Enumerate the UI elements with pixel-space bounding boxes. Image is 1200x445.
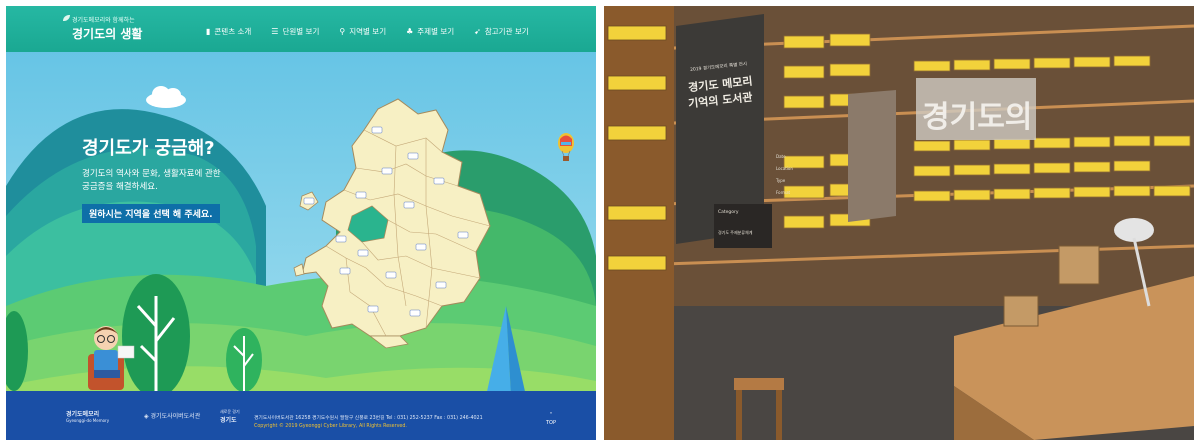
exhibition-photo: 2019 경기도메모리 특별 전시 경기도 메모리 기억의 도서관 경기도의 C… — [604, 6, 1194, 440]
hero-desc-line-1: 경기도의 역사와 문화, 생활자료에 관한 — [82, 169, 221, 179]
screen-label-3: Type — [776, 178, 786, 183]
footer-logo-memory[interactable]: 경기도메모리 — [66, 409, 99, 418]
screen-label-4: Format — [776, 190, 791, 195]
gyeonggi-map[interactable] — [6, 6, 596, 440]
footer-copyright: Copyright © 2019 Gyeonggi Cyber Library,… — [254, 424, 407, 429]
site-header: 경기도메모리와 함께하는 경기도의 생활 ▮ 콘텐츠 소개 ☰ 단원별 보기 ⚲… — [6, 6, 596, 52]
hero-description: 경기도의 역사와 문화, 생활자료에 관한 궁금증을 해결하세요. — [82, 168, 282, 194]
top-label: TOP — [545, 420, 556, 426]
nav-item-by-region[interactable]: ⚲ 지역별 보기 — [339, 26, 386, 37]
site-logo-title[interactable]: 경기도의 생활 — [72, 25, 142, 42]
location-pin-icon: ⚲ — [339, 27, 346, 36]
select-region-button[interactable]: 원하시는 지역을 선택 해 주세요. — [82, 204, 220, 223]
footer-logo-gyeonggi[interactable]: 경기도 — [220, 415, 237, 424]
main-nav: ▮ 콘텐츠 소개 ☰ 단원별 보기 ⚲ 지역별 보기 ♣ 주제별 보기 ➹ 참고… — [206, 26, 529, 37]
logo-tagline: 경기도메모리와 함께하는 — [72, 17, 135, 24]
book-icon: ▮ — [206, 27, 211, 36]
hero-desc-line-2: 궁금증을 해결하세요. — [82, 182, 158, 192]
chevron-up-icon: ˄ — [549, 412, 553, 419]
nav-item-by-topic[interactable]: ♣ 주제별 보기 — [406, 26, 454, 37]
footer-logo-cyber-library-label: 경기도사이버도서관 — [150, 413, 201, 420]
nav-item-reference-institutions[interactable]: ➹ 참고기관 보기 — [474, 26, 529, 37]
footer-logo-cyber-library[interactable]: ◈ 경기도사이버도서관 — [144, 411, 200, 420]
leaf-logo-icon — [63, 15, 70, 21]
nav-label: 참고기관 보기 — [484, 27, 529, 36]
nav-label: 주제별 보기 — [417, 27, 455, 36]
nav-item-by-unit[interactable]: ☰ 단원별 보기 — [271, 26, 319, 37]
list-icon: ☰ — [271, 27, 279, 36]
nav-label: 단원별 보기 — [282, 27, 320, 36]
screen-label-1: Date — [776, 154, 786, 159]
nav-label: 콘텐츠 소개 — [214, 27, 252, 36]
footer-address: 경기도사이버도서관 16258 경기도수원시 팔달구 신풍로 23번길 Tel … — [254, 416, 483, 421]
send-icon: ➹ — [474, 27, 481, 36]
info-panel-line-1: Category — [718, 210, 739, 215]
footer-logo-memory-sub: Gyeonggi-do Memory — [66, 418, 110, 423]
website-screenshot: 경기도메모리와 함께하는 경기도의 생활 ▮ 콘텐츠 소개 ☰ 단원별 보기 ⚲… — [6, 6, 596, 440]
projected-wall-text: 경기도의 — [922, 100, 1033, 135]
hero-title: 경기도가 궁금해? — [82, 138, 215, 159]
info-panel-line-2: 경기도 주제분류체계 — [718, 230, 753, 235]
nav-label: 지역별 보기 — [349, 27, 387, 36]
site-footer: 경기도메모리 Gyeonggi-do Memory ◈ 경기도사이버도서관 새로… — [6, 391, 596, 440]
nav-item-content-intro[interactable]: ▮ 콘텐츠 소개 — [206, 26, 251, 37]
scroll-to-top-button[interactable]: ˄ TOP — [544, 412, 558, 430]
screen-label-2: Location — [776, 166, 793, 171]
topic-icon: ♣ — [406, 27, 414, 36]
